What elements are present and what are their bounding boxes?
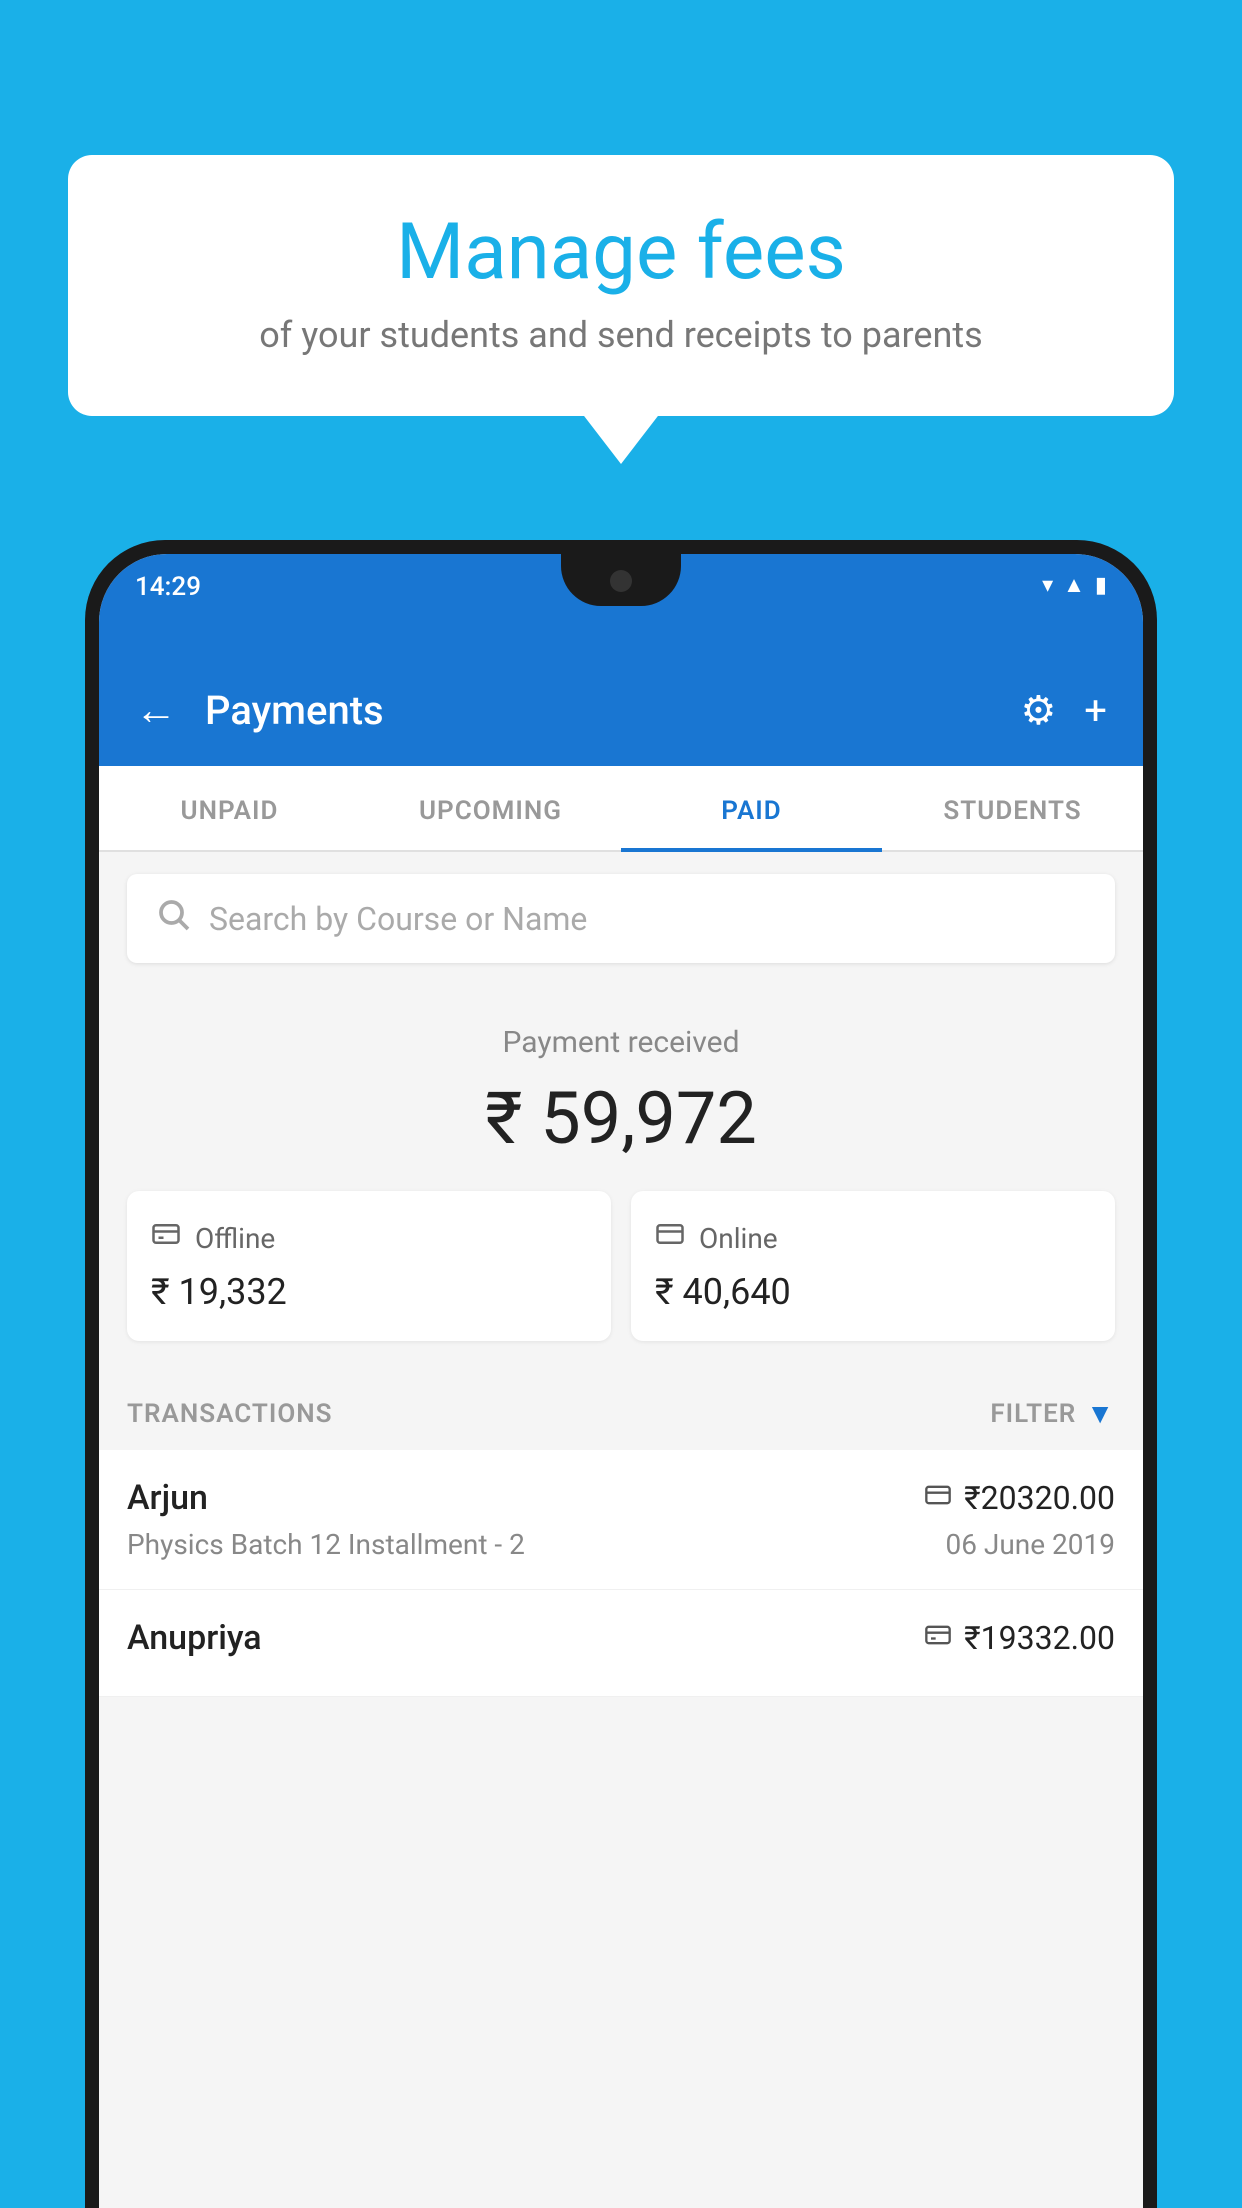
online-card: Online ₹ 40,640: [631, 1191, 1115, 1341]
transaction-amount: ₹20320.00: [964, 1479, 1115, 1517]
phone-inner: 14:29 ▾ ▲ ▮ ← Payments ⚙ + UNPAID: [99, 554, 1143, 2208]
app-bar-title: Payments: [205, 687, 992, 734]
transaction-name: Anupriya: [127, 1618, 262, 1658]
transaction-bottom: Physics Batch 12 Installment - 2 06 June…: [127, 1528, 1115, 1561]
add-icon[interactable]: +: [1084, 687, 1107, 734]
transactions-header: TRANSACTIONS FILTER ▼: [99, 1371, 1143, 1450]
search-icon: [155, 896, 191, 941]
transaction-name: Arjun: [127, 1478, 208, 1518]
transaction-top: Anupriya ₹19332.00: [127, 1618, 1115, 1658]
offline-card-header: Offline: [151, 1219, 587, 1257]
phone-frame: 14:29 ▾ ▲ ▮ ← Payments ⚙ + UNPAID: [85, 540, 1157, 2208]
transaction-date: 06 June 2019: [945, 1528, 1115, 1561]
online-type: Online: [699, 1222, 778, 1255]
search-bar[interactable]: Search by Course or Name: [127, 874, 1115, 963]
filter-label: FILTER: [990, 1399, 1076, 1429]
app-bar: ← Payments ⚙ +: [99, 654, 1143, 766]
tab-upcoming[interactable]: UPCOMING: [360, 766, 621, 850]
tab-unpaid[interactable]: UNPAID: [99, 766, 360, 850]
online-icon: [655, 1219, 685, 1257]
transaction-amount: ₹19332.00: [964, 1619, 1115, 1657]
search-placeholder: Search by Course or Name: [209, 900, 587, 938]
offline-card: Offline ₹ 19,332: [127, 1191, 611, 1341]
payment-received-label: Payment received: [127, 1025, 1115, 1060]
payment-received-section: Payment received ₹ 59,972: [99, 985, 1143, 1371]
signal-icon: ▲: [1063, 572, 1085, 598]
transaction-course: Physics Batch 12 Installment - 2: [127, 1528, 525, 1561]
status-bar: 14:29 ▾ ▲ ▮: [99, 554, 1143, 654]
card-icon: [924, 1481, 952, 1516]
transaction-amount-wrap: ₹19332.00: [924, 1619, 1115, 1657]
transaction-list: Arjun ₹20320.00 Physics: [99, 1450, 1143, 1697]
offline-type: Offline: [195, 1222, 275, 1255]
table-row[interactable]: Arjun ₹20320.00 Physics: [99, 1450, 1143, 1590]
speech-bubble: Manage fees of your students and send re…: [68, 155, 1174, 416]
table-row[interactable]: Anupriya ₹19332.00: [99, 1590, 1143, 1697]
battery-icon: ▮: [1095, 573, 1107, 598]
wifi-icon: ▾: [1042, 573, 1053, 598]
settings-icon[interactable]: ⚙: [1020, 687, 1056, 734]
payment-received-amount: ₹ 59,972: [127, 1076, 1115, 1161]
online-card-header: Online: [655, 1219, 1091, 1257]
app-bar-actions: ⚙ +: [1020, 687, 1107, 734]
search-container: Search by Course or Name: [99, 852, 1143, 985]
tab-paid[interactable]: PAID: [621, 766, 882, 850]
cash-icon: [924, 1621, 952, 1656]
payment-cards: Offline ₹ 19,332: [127, 1191, 1115, 1341]
bubble-subtitle: of your students and send receipts to pa…: [128, 314, 1114, 356]
tab-students[interactable]: STUDENTS: [882, 766, 1143, 850]
tabs: UNPAID UPCOMING PAID STUDENTS: [99, 766, 1143, 852]
back-button[interactable]: ←: [135, 686, 177, 735]
transactions-label: TRANSACTIONS: [127, 1399, 333, 1429]
transaction-amount-wrap: ₹20320.00: [924, 1479, 1115, 1517]
camera: [610, 570, 632, 592]
online-amount: ₹ 40,640: [655, 1271, 1091, 1313]
bubble-title: Manage fees: [128, 210, 1114, 296]
status-time: 14:29: [135, 572, 201, 602]
filter-icon: ▼: [1086, 1397, 1115, 1430]
notch: [561, 554, 681, 606]
transaction-top: Arjun ₹20320.00: [127, 1478, 1115, 1518]
filter-button[interactable]: FILTER ▼: [990, 1397, 1115, 1430]
offline-icon: [151, 1219, 181, 1257]
offline-amount: ₹ 19,332: [151, 1271, 587, 1313]
status-icons: ▾ ▲ ▮: [1042, 572, 1107, 598]
